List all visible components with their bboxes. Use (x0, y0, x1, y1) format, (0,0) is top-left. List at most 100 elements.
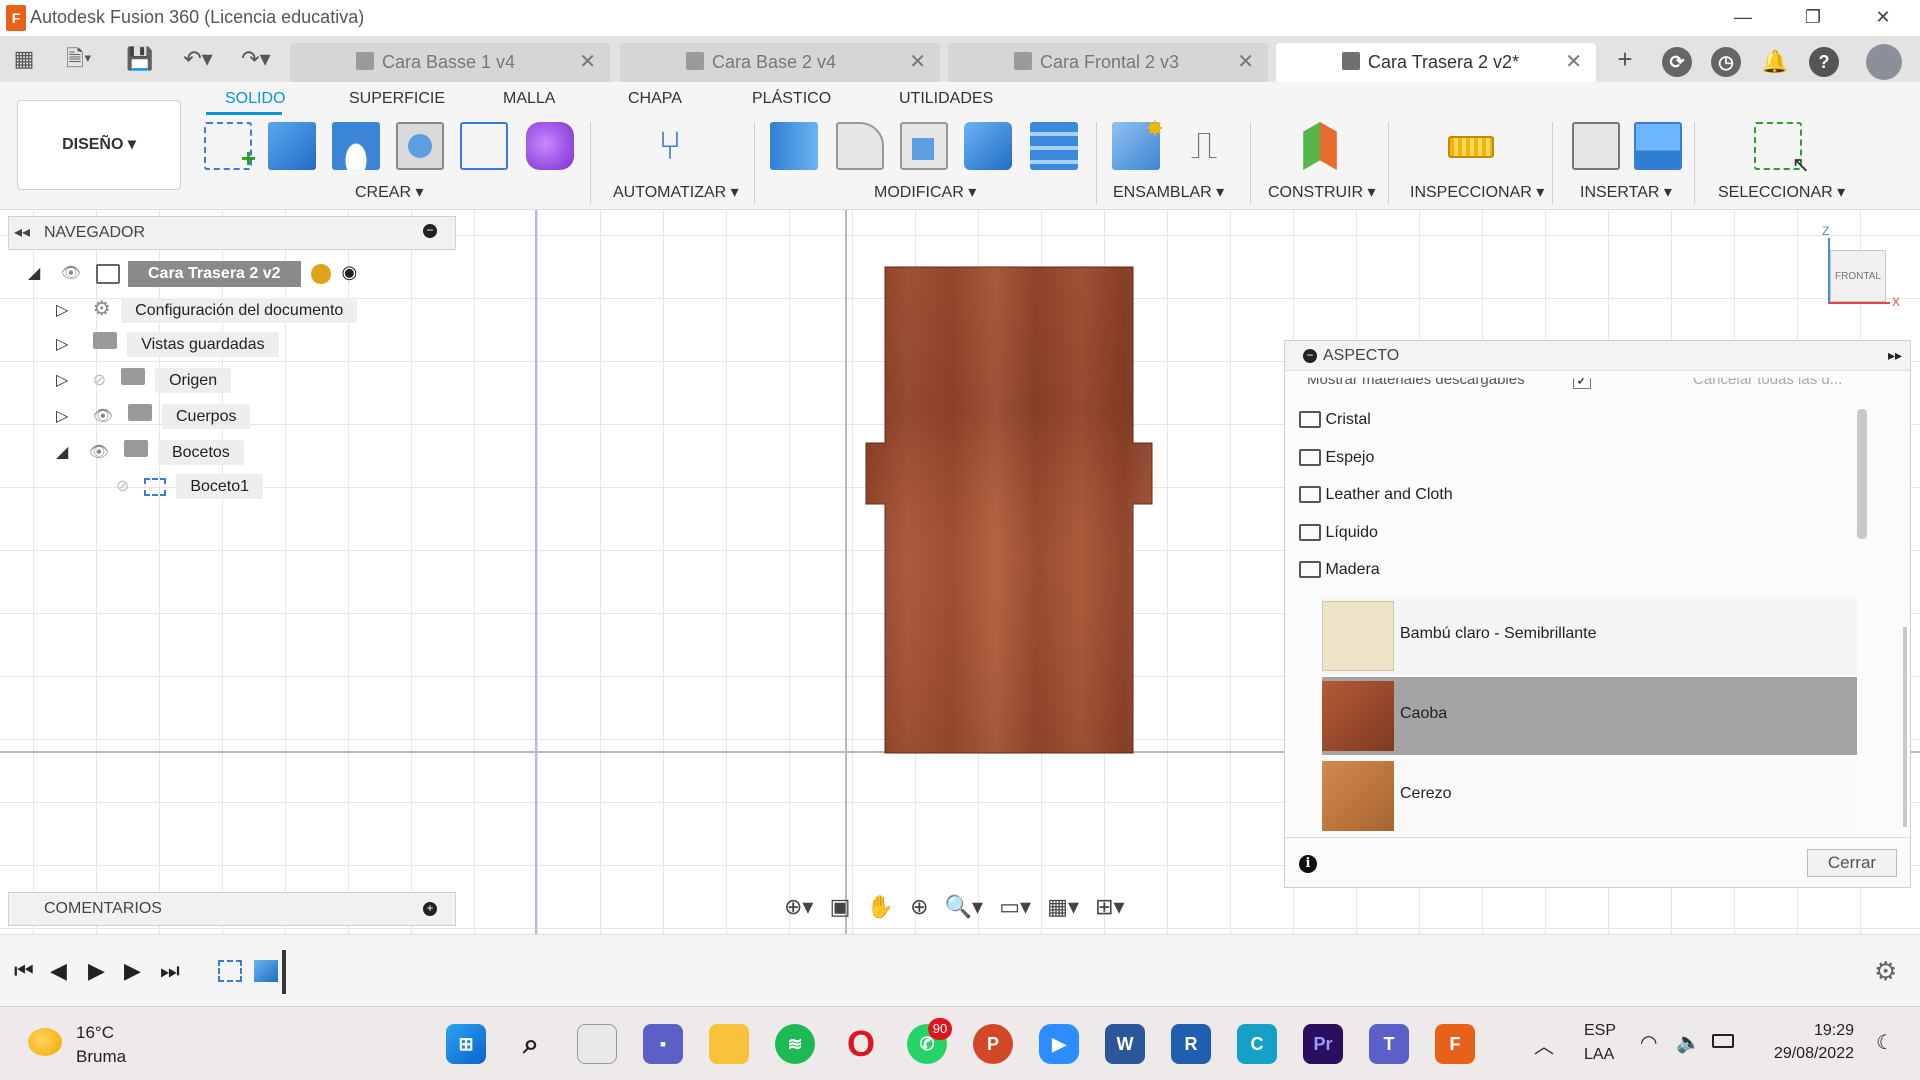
clock-time[interactable]: 19:29 (1780, 1022, 1854, 1040)
file-explorer-icon[interactable] (709, 1024, 749, 1064)
visibility-eye-icon[interactable]: 👁 (89, 444, 109, 461)
viewports-icon[interactable]: ⊞▾ (1095, 894, 1124, 919)
c-app-icon[interactable]: C (1237, 1024, 1277, 1064)
show-downloadable-checkbox[interactable]: ✓ (1573, 378, 1591, 389)
revit-icon[interactable]: R (1171, 1024, 1211, 1064)
material-caoba-selected[interactable]: Caoba (1322, 677, 1857, 755)
timeline-sketch-feature-icon[interactable] (218, 960, 242, 982)
step-back-icon[interactable]: ◀ (50, 958, 67, 984)
timeline-marker[interactable] (282, 950, 286, 994)
spotify-icon[interactable]: ≋ (775, 1024, 815, 1064)
collapse-panel-icon[interactable]: ◂◂ (14, 222, 30, 242)
doc-tab-cara-basse-1[interactable]: Cara Basse 1 v4 ✕ (290, 43, 610, 82)
scale-icon[interactable] (1030, 122, 1078, 170)
timeline-extrude-feature-icon[interactable] (254, 960, 278, 982)
create-sketch-icon[interactable]: + (204, 122, 256, 173)
opera-icon[interactable]: O (841, 1024, 881, 1064)
group-construir[interactable]: CONSTRUIR ▾ (1268, 182, 1376, 202)
material-bambu[interactable]: Bambú claro - Semibrillante (1322, 597, 1857, 675)
microsoft-teams-icon[interactable]: T (1369, 1024, 1409, 1064)
grid-settings-icon[interactable]: ▦▾ (1047, 894, 1079, 919)
folder-liquido[interactable]: Líquido (1299, 524, 1378, 542)
hidden-eye-icon[interactable]: ⊘ (93, 372, 106, 389)
pan-hand-icon[interactable]: ✋ (867, 894, 894, 919)
expand-triangle-icon[interactable]: ▷ (56, 302, 68, 319)
new-component-icon[interactable]: ✸ (1112, 116, 1164, 170)
group-crear[interactable]: CREAR ▾ (355, 182, 423, 202)
combine-icon[interactable] (964, 122, 1012, 170)
fillet-icon[interactable] (836, 122, 884, 170)
folder-madera[interactable]: Madera (1299, 561, 1380, 579)
search-icon[interactable]: ⌕ (511, 1024, 551, 1064)
expand-panel-icon[interactable]: ▸▸ (1888, 347, 1902, 364)
zoom-window-icon[interactable]: 🔍▾ (945, 894, 983, 919)
doc-tab-cara-trasera-2[interactable]: Cara Trasera 2 v2* ✕ (1276, 43, 1596, 82)
language-top[interactable]: ESP (1584, 1022, 1616, 1040)
go-to-end-icon[interactable]: ⏭ (160, 958, 180, 984)
tree-item-bodies[interactable]: ▷ 👁 Cuerpos (56, 404, 251, 432)
outer-scrollbar-thumb[interactable] (1903, 627, 1907, 827)
tab-superficie[interactable]: SUPERFICIE (349, 90, 445, 108)
zoom-app-icon[interactable]: ▶ (1039, 1024, 1079, 1064)
play-icon[interactable]: ▶ (88, 958, 105, 984)
doc-tab-cara-base-2[interactable]: Cara Base 2 v4 ✕ (620, 43, 940, 82)
group-modificar[interactable]: MODIFICAR ▾ (874, 182, 976, 202)
viewcube-frontal-face[interactable]: FRONTAL (1830, 250, 1886, 302)
tab-malla[interactable]: MALLA (503, 90, 555, 108)
timeline-settings-gear-icon[interactable]: ⚙ (1874, 956, 1897, 987)
tab-solido[interactable]: SOLIDO (225, 90, 285, 108)
step-forward-icon[interactable]: ▶ (124, 958, 141, 984)
revolve-icon[interactable] (332, 122, 380, 170)
start-windows-icon[interactable]: ⊞ (446, 1024, 486, 1064)
folder-cristal[interactable]: Cristal (1299, 411, 1371, 429)
redo-icon[interactable]: ↷▾ (234, 45, 278, 73)
group-ensamblar[interactable]: ENSAMBLAR ▾ (1113, 182, 1224, 202)
look-at-icon[interactable]: ▣ (830, 894, 851, 919)
powerpoint-icon[interactable]: P (973, 1024, 1013, 1064)
tab-chapa[interactable]: CHAPA (628, 90, 682, 108)
tree-item-sketch1[interactable]: ⊘ Boceto1 (116, 474, 264, 504)
insert-canvas-image-icon[interactable] (1634, 122, 1682, 170)
fusion360-taskbar-icon[interactable]: F (1435, 1024, 1475, 1064)
select-window-icon[interactable]: ↖ (1754, 122, 1810, 177)
weather-fog-icon[interactable] (28, 1028, 62, 1056)
visibility-eye-icon[interactable]: 👁 (93, 408, 113, 425)
form-icon[interactable] (526, 122, 574, 170)
tree-item-origin[interactable]: ▷ ⊘ Origen (56, 368, 232, 396)
job-status-clock-icon[interactable]: ◷ (1711, 47, 1741, 77)
panel-minimize-icon[interactable]: − (423, 224, 437, 238)
activate-radio-icon[interactable]: ◉ (341, 262, 357, 282)
group-automatizar[interactable]: AUTOMATIZAR ▾ (613, 182, 739, 202)
extrude-icon[interactable] (268, 122, 316, 170)
shell-icon[interactable] (900, 122, 948, 170)
go-to-start-icon[interactable]: ⏮ (14, 958, 34, 984)
teams-chat-icon[interactable]: ▪ (643, 1024, 683, 1064)
folder-leather-and-cloth[interactable]: Leather and Cloth (1299, 486, 1453, 504)
group-seleccionar[interactable]: SELECCIONAR ▾ (1718, 182, 1845, 202)
insert-derive-icon[interactable] (1572, 122, 1620, 170)
add-comment-icon[interactable]: + (423, 902, 437, 916)
undo-icon[interactable]: ↶▾ (176, 45, 220, 73)
visibility-eye-icon[interactable]: 👁 (61, 265, 81, 282)
doc-tab-cara-frontal-2[interactable]: Cara Frontal 2 v3 ✕ (948, 43, 1268, 82)
show-hidden-icons-chevron-icon[interactable]: ︿ (1534, 1030, 1554, 1059)
save-icon[interactable]: 💾 (126, 45, 154, 73)
hole-icon[interactable] (396, 122, 444, 170)
workspace-dropdown[interactable]: DISEÑO ▾ (17, 100, 181, 190)
close-tab-icon[interactable]: ✕ (579, 49, 596, 74)
wood-board-body[interactable] (860, 260, 1160, 760)
wifi-icon[interactable]: ◠ (1640, 1030, 1657, 1055)
collapse-triangle-icon[interactable]: ◢ (56, 444, 68, 461)
display-settings-icon[interactable]: ▭▾ (999, 894, 1031, 919)
minimize-button[interactable]: — (1714, 0, 1772, 36)
tab-utilidades[interactable]: UTILIDADES (899, 90, 993, 108)
rectangular-pattern-icon[interactable] (460, 122, 508, 170)
premiere-pro-icon[interactable]: Pr (1303, 1024, 1343, 1064)
user-avatar[interactable] (1866, 44, 1902, 80)
extensions-icon[interactable]: ⟳ (1662, 47, 1692, 77)
task-view-icon[interactable] (577, 1024, 617, 1064)
measure-icon[interactable] (1448, 136, 1494, 158)
group-inspeccionar[interactable]: INSPECCIONAR ▾ (1410, 182, 1544, 202)
panel-minimize-icon[interactable]: − (1303, 349, 1317, 363)
automate-icon[interactable]: ⑂ (646, 122, 694, 170)
